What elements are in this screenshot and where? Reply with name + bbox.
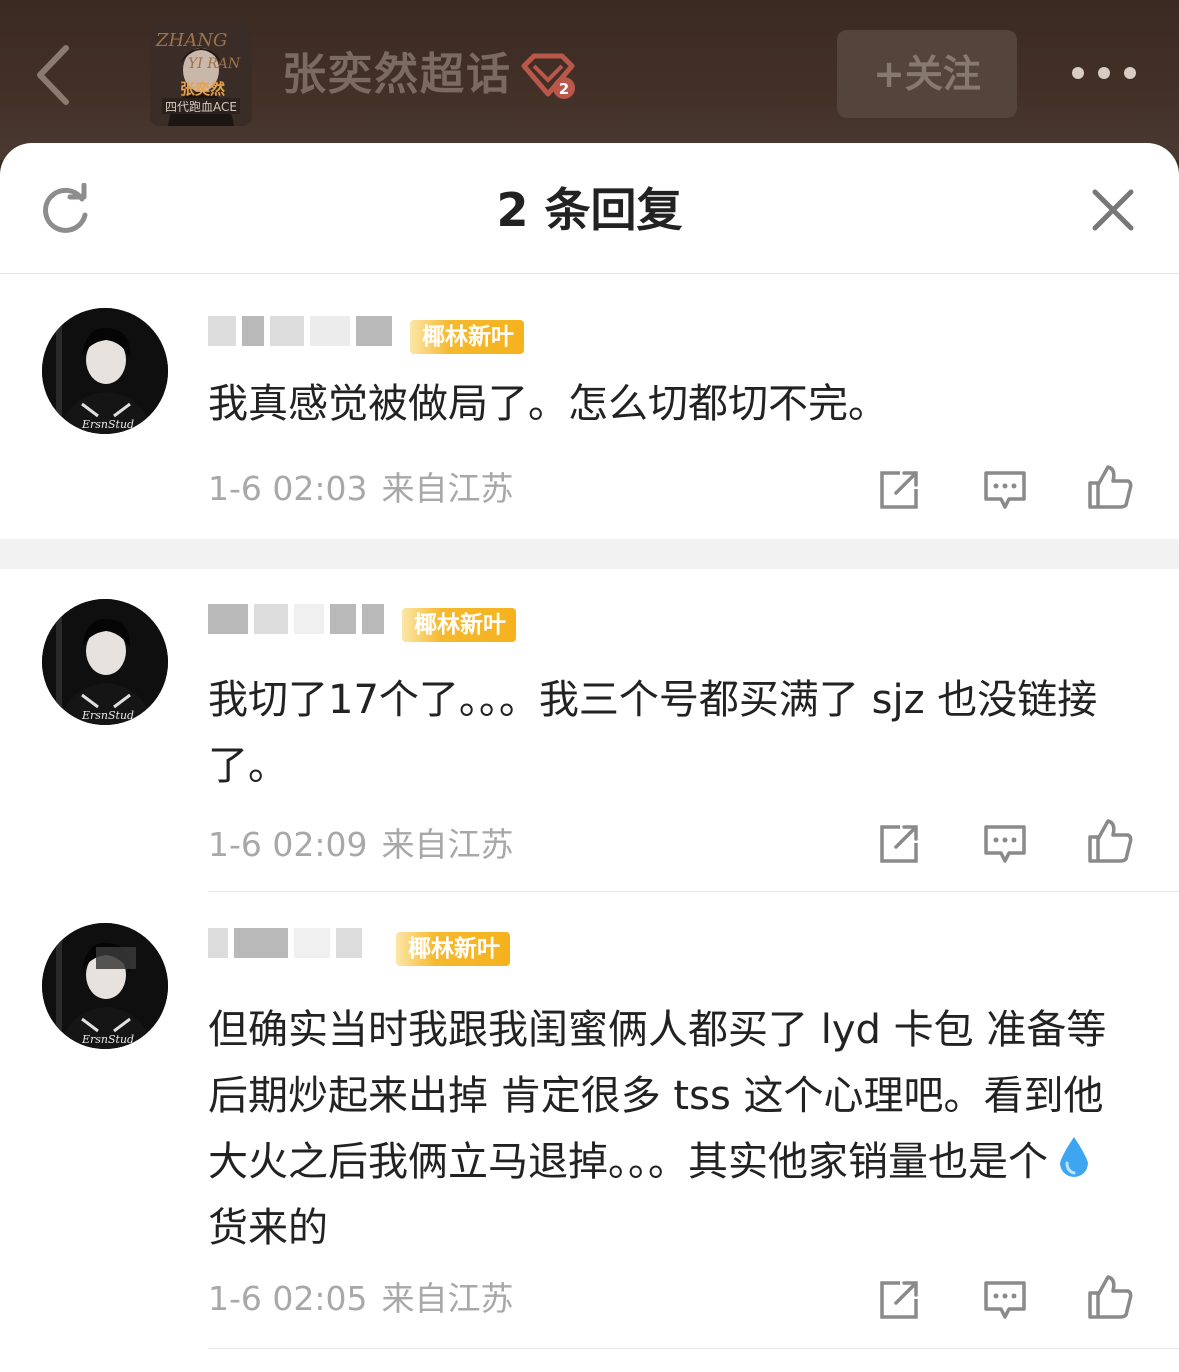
share-icon xyxy=(880,825,918,863)
topic-level-badge: 2 xyxy=(520,52,576,100)
comment-time: 1-6 02:03 xyxy=(208,469,368,508)
sheet-title: 2 条回复 xyxy=(496,183,683,237)
avatar[interactable]: ErsnStud xyxy=(42,308,168,434)
comment-text: 但确实当时我跟我闺蜜俩人都买了 lyd 卡包 准备等后期炒起来出掉 肯定很多 t… xyxy=(208,1007,1107,1251)
svg-text:ZHANG: ZHANG xyxy=(155,30,227,51)
avatar[interactable]: ErsnStud xyxy=(42,923,168,1049)
username-blurred[interactable] xyxy=(208,923,368,963)
refresh-icon xyxy=(43,182,88,233)
comment-icon xyxy=(984,1281,1026,1319)
fan-level-badge: 椰林新叶 xyxy=(396,932,510,966)
like-button[interactable] xyxy=(1086,817,1134,865)
share-button[interactable] xyxy=(876,465,924,513)
topic-header-bar: ZHANG YI RAN 张奕然 四代跑血ACE 张奕然超话 2 +关注 xyxy=(0,0,1179,160)
username-blurred[interactable] xyxy=(208,311,398,351)
like-icon xyxy=(1088,1275,1133,1319)
svg-text:ErsnStud: ErsnStud xyxy=(81,418,134,431)
water-drop-emoji xyxy=(1060,1137,1088,1177)
close-icon xyxy=(1092,189,1134,231)
comment-time: 1-6 02:05 xyxy=(208,1279,368,1318)
share-button[interactable] xyxy=(876,1275,924,1323)
comment-meta: 1-6 02:03 来自江苏 xyxy=(208,467,514,511)
section-divider xyxy=(0,539,1179,569)
topic-title[interactable]: 张奕然超话 xyxy=(282,42,512,108)
like-button[interactable] xyxy=(1086,463,1134,511)
reply-sheet: 2 条回复 ErsnStud 椰林新叶 我真感觉被做局了。怎么切都切不完。 1-… xyxy=(0,143,1179,1372)
like-icon xyxy=(1088,465,1133,509)
close-button[interactable] xyxy=(1088,185,1138,235)
comment-text: 我真感觉被做局了。怎么切都切不完。 xyxy=(208,381,888,427)
share-icon xyxy=(880,1281,918,1319)
svg-text:张奕然: 张奕然 xyxy=(180,80,225,98)
comment-meta: 1-6 02:05 来自江苏 xyxy=(208,1277,514,1321)
username-blurred[interactable] xyxy=(208,599,390,639)
follow-button[interactable]: +关注 xyxy=(837,30,1017,118)
fan-level-badge: 椰林新叶 xyxy=(402,608,516,642)
fan-level-badge: 椰林新叶 xyxy=(410,320,524,354)
comment-location: 来自江苏 xyxy=(381,469,514,508)
svg-text:YI RAN: YI RAN xyxy=(188,56,241,72)
refresh-button[interactable] xyxy=(38,182,92,237)
svg-text:2: 2 xyxy=(559,80,569,98)
share-button[interactable] xyxy=(876,819,924,867)
comment-button[interactable] xyxy=(981,1275,1029,1323)
comment-location: 来自江苏 xyxy=(381,825,514,864)
svg-text:ErsnStud: ErsnStud xyxy=(81,1033,134,1046)
like-button[interactable] xyxy=(1086,1273,1134,1321)
more-button[interactable] xyxy=(1068,58,1140,88)
svg-text:四代跑血ACE: 四代跑血ACE xyxy=(165,100,237,114)
comment-separator xyxy=(208,1348,1179,1349)
comment-icon xyxy=(984,825,1026,863)
comment-separator xyxy=(208,891,1179,892)
more-dots-icon xyxy=(1072,67,1136,79)
chevron-left-icon xyxy=(37,45,69,105)
back-button[interactable] xyxy=(30,40,80,110)
like-icon xyxy=(1088,819,1133,863)
comment-text: 我切了17个了。。。我三个号都买满了 sjz 也没链接了。 xyxy=(208,677,1098,789)
comment-button[interactable] xyxy=(981,465,1029,513)
share-icon xyxy=(880,471,918,509)
sheet-header: 2 条回复 xyxy=(0,143,1179,274)
topic-cover-image[interactable]: ZHANG YI RAN 张奕然 四代跑血ACE xyxy=(150,24,252,126)
comment-meta: 1-6 02:09 来自江苏 xyxy=(208,823,514,867)
comment-time: 1-6 02:09 xyxy=(208,825,368,864)
diamond-level-icon: 2 xyxy=(521,53,575,99)
comment-location: 来自江苏 xyxy=(381,1279,514,1318)
avatar[interactable]: ErsnStud xyxy=(42,599,168,725)
comment-icon xyxy=(984,471,1026,509)
svg-text:ErsnStud: ErsnStud xyxy=(81,709,134,722)
comment-button[interactable] xyxy=(981,819,1029,867)
